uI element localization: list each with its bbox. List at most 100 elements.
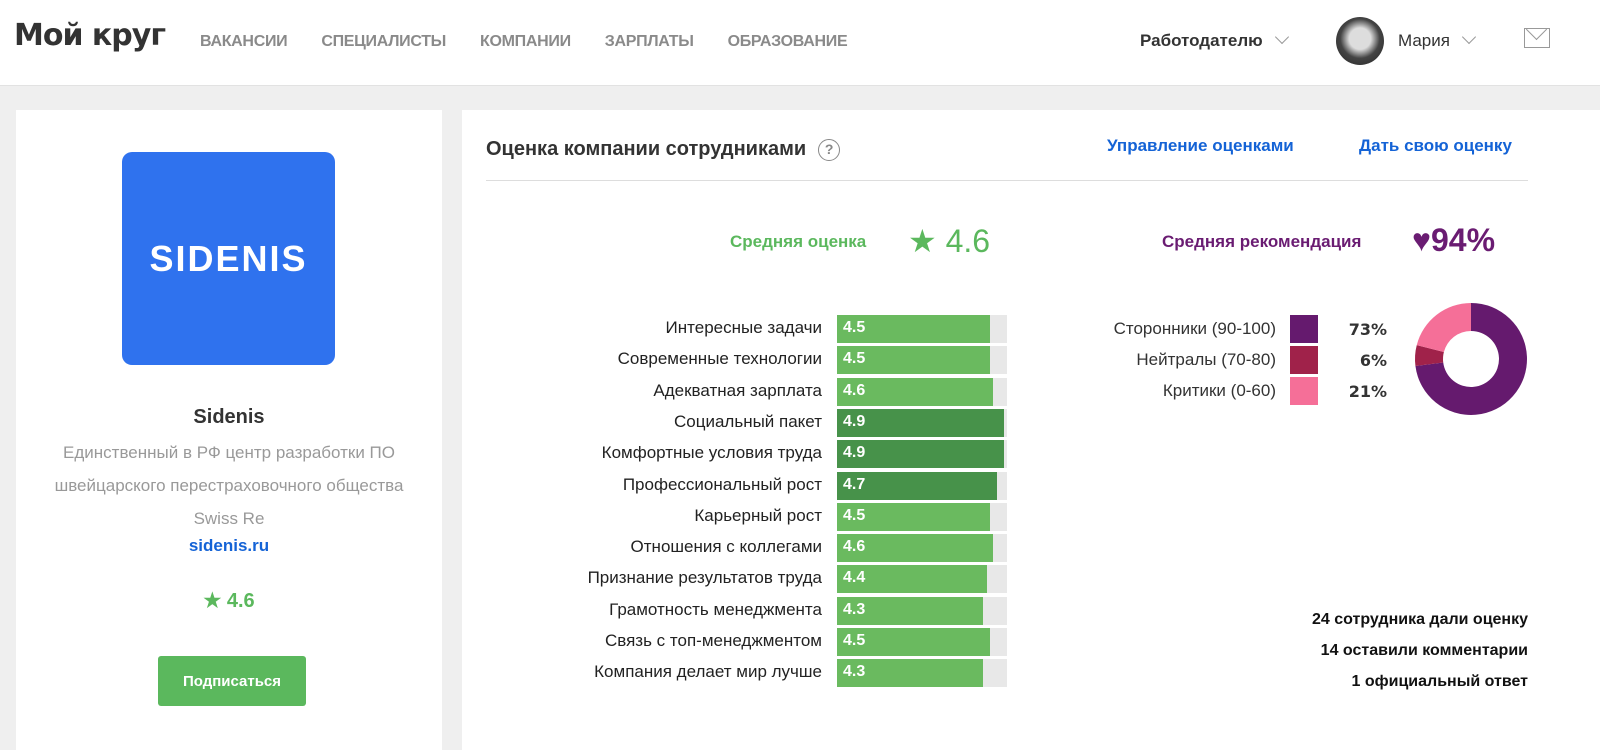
rating-label: Компания делает мир лучше xyxy=(594,662,822,682)
main-nav: ВАКАНСИИ СПЕЦИАЛИСТЫ КОМПАНИИ ЗАРПЛАТЫ О… xyxy=(200,33,848,51)
top-bar: Мой круг ВАКАНСИИ СПЕЦИАЛИСТЫ КОМПАНИИ З… xyxy=(0,0,1600,86)
employer-menu[interactable]: Работодателю xyxy=(1140,29,1289,51)
company-rating-value: 4.6 xyxy=(226,590,255,612)
rating-bar: 4.9 xyxy=(837,440,1004,469)
rating-row: Современные технологии 4.5 xyxy=(462,346,1022,375)
user-name: Мария xyxy=(1398,31,1450,50)
rating-label: Социальный пакет xyxy=(674,411,822,431)
rating-value: 4.7 xyxy=(843,475,866,493)
company-rating: ★ 4.6 xyxy=(16,588,442,613)
rating-row: Комфортные условия труда 4.9 xyxy=(462,440,1022,469)
rating-value: 4.9 xyxy=(843,444,866,462)
rating-bar-track: 4.5 xyxy=(837,315,1007,343)
legend-percent: 6% xyxy=(1359,351,1387,370)
legend-item: Сторонники (90-100) 73% xyxy=(1062,315,1392,343)
manage-ratings-link[interactable]: Управление оценками xyxy=(1107,136,1294,156)
rating-value: 4.3 xyxy=(843,663,866,681)
legend-swatch xyxy=(1290,315,1318,343)
rating-bar: 4.6 xyxy=(837,377,994,406)
legend-label: Сторонники (90-100) xyxy=(1113,319,1276,338)
site-logo[interactable]: Мой круг xyxy=(14,18,166,53)
nav-salaries[interactable]: ЗАРПЛАТЫ xyxy=(605,33,694,51)
legend-label: Критики (0-60) xyxy=(1162,381,1276,400)
legend-percent: 73% xyxy=(1348,320,1387,339)
rating-value: 4.6 xyxy=(843,381,866,399)
rating-label: Грамотность менеджмента xyxy=(609,599,822,619)
rating-row: Отношения с коллегами 4.6 xyxy=(462,534,1022,563)
legend-swatch xyxy=(1290,377,1318,405)
rating-label: Связь с топ-менеджментом xyxy=(604,631,822,650)
mail-icon[interactable] xyxy=(1524,28,1550,48)
nav-education[interactable]: ОБРАЗОВАНИЕ xyxy=(728,33,848,51)
legend-label: Нейтралы (70-80) xyxy=(1136,350,1276,369)
rating-value: 4.5 xyxy=(843,506,866,524)
company-name: Sidenis xyxy=(193,406,265,428)
rating-value: 4.3 xyxy=(843,600,866,618)
recommendation-donut xyxy=(1415,303,1527,415)
rating-bar-track: 4.5 xyxy=(837,628,1007,656)
nav-vacancies[interactable]: ВАКАНСИИ xyxy=(200,33,288,51)
ratings-title: Оценка компании сотрудниками? xyxy=(486,138,841,161)
rating-row: Грамотность менеджмента 4.3 xyxy=(462,596,1022,625)
rating-bar: 4.3 xyxy=(837,659,984,688)
chevron-down-icon xyxy=(1461,29,1477,45)
rating-value: 4.9 xyxy=(843,412,866,430)
rating-bar-track: 4.6 xyxy=(837,377,1007,406)
average-rating-value: 4.6 xyxy=(945,223,991,259)
avatar[interactable] xyxy=(1336,17,1384,65)
help-icon[interactable]: ? xyxy=(818,138,841,161)
average-recommendation-label: Средняя рекомендация xyxy=(1162,232,1362,251)
average-recommendation-value: 94% xyxy=(1431,222,1496,258)
rating-bar: 4.3 xyxy=(837,596,984,625)
nav-companies[interactable]: КОМПАНИИ xyxy=(480,33,571,51)
rating-value: 4.5 xyxy=(843,350,866,368)
rating-bar-track: 4.5 xyxy=(837,346,1007,375)
rating-bar: 4.5 xyxy=(837,346,990,375)
donut-slice xyxy=(1416,303,1471,353)
company-website-link[interactable]: sidenis.ru xyxy=(16,536,442,556)
rating-label: Отношения с коллегами xyxy=(630,537,822,557)
rating-label: Адекватная зарплата xyxy=(653,380,822,400)
legend-swatch xyxy=(1290,346,1318,374)
nav-specialists[interactable]: СПЕЦИАЛИСТЫ xyxy=(321,33,446,51)
ratings-panel: Оценка компании сотрудниками? Управление… xyxy=(462,110,1600,750)
rating-value: 4.5 xyxy=(843,632,866,649)
rating-row: Социальный пакет 4.9 xyxy=(462,408,1022,437)
rating-bar-track: 4.3 xyxy=(837,596,1007,625)
rating-bar: 4.9 xyxy=(837,408,1004,437)
average-recommendation: ♥94% xyxy=(1412,222,1495,259)
rating-row: Компания делает мир лучше 4.3 xyxy=(462,659,1022,688)
rating-bar: 4.7 xyxy=(837,471,997,500)
rating-bar: 4.5 xyxy=(837,502,990,531)
rating-label: Комфортные условия труда xyxy=(601,443,822,463)
subscribe-button[interactable]: Подписаться xyxy=(158,656,306,706)
rating-row: Признание результатов труда 4.4 xyxy=(462,565,1022,594)
rating-bar-track: 4.9 xyxy=(837,440,1007,469)
star-icon: ★ xyxy=(908,223,937,259)
rating-bar: 4.5 xyxy=(837,628,990,656)
stat-ratings-count: 24 сотрудника дали оценку xyxy=(1312,611,1528,628)
rating-value: 4.5 xyxy=(843,319,866,336)
stat-official-answers: 1 официальный ответ xyxy=(1351,673,1529,690)
rating-row: Профессиональный рост 4.7 xyxy=(462,471,1022,500)
rating-label: Современные технологии xyxy=(617,349,822,369)
employer-label: Работодателю xyxy=(1140,31,1263,50)
rating-bar: 4.5 xyxy=(837,315,990,343)
rating-label: Интересные задачи xyxy=(665,318,822,337)
rating-bar-track: 4.7 xyxy=(837,471,1007,500)
rating-bar: 4.6 xyxy=(837,534,994,563)
divider xyxy=(486,180,1528,181)
rating-row: Связь с топ-менеджментом 4.5 xyxy=(462,628,1022,656)
rating-value: 4.6 xyxy=(843,538,866,556)
legend-percent: 21% xyxy=(1348,382,1387,401)
company-description: Единственный в РФ центр разработки ПО шв… xyxy=(54,443,404,528)
legend-item: Критики (0-60) 21% xyxy=(1062,377,1392,405)
give-rating-link[interactable]: Дать свою оценку xyxy=(1359,136,1512,156)
rating-row: Интересные задачи 4.5 xyxy=(462,315,1022,343)
rating-value: 4.4 xyxy=(843,569,866,587)
rating-bar: 4.4 xyxy=(837,565,987,594)
rating-label: Профессиональный рост xyxy=(622,474,822,494)
user-menu[interactable]: Мария xyxy=(1398,29,1477,51)
star-icon: ★ xyxy=(203,590,222,612)
legend-item: Нейтралы (70-80) 6% xyxy=(1062,346,1392,374)
